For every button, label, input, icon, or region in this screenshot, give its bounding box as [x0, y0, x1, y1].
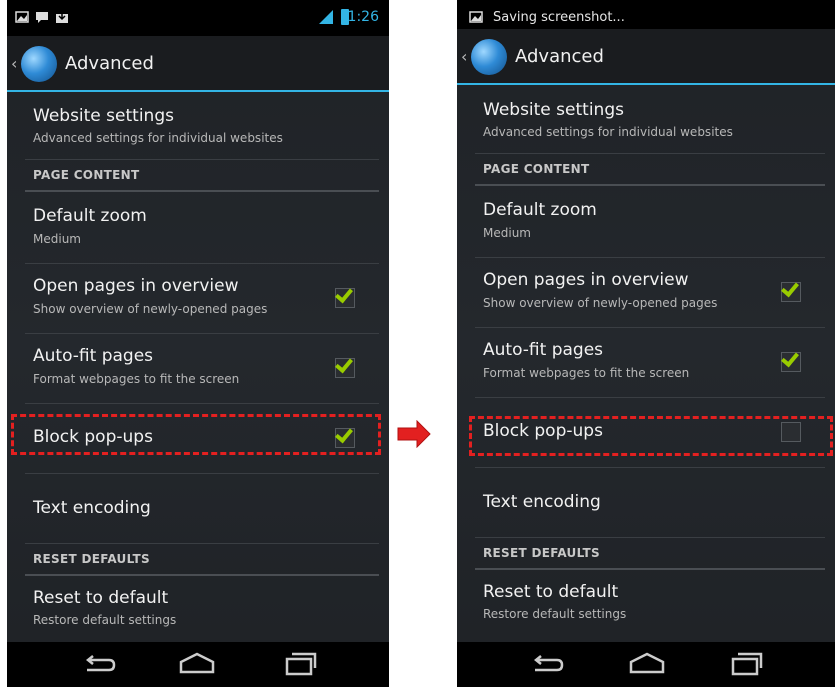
checkbox-open-overview[interactable]	[781, 278, 801, 302]
recents-icon[interactable]	[727, 650, 767, 678]
list-item-default-zoom[interactable]: Default zoom Medium	[25, 192, 379, 264]
back-icon[interactable]	[527, 650, 567, 678]
list-item-website-settings[interactable]: Website settings Advanced settings for i…	[25, 94, 379, 160]
screenshot-before: 1:26 ‹ Advanced Website settings Advance…	[7, 0, 389, 687]
check-icon	[781, 278, 799, 298]
gallery-icon	[15, 11, 29, 23]
navigation-bar	[457, 642, 835, 687]
highlight-box	[469, 416, 833, 456]
page-title: Advanced	[65, 53, 154, 74]
check-icon	[335, 354, 353, 374]
highlight-box	[11, 414, 381, 455]
list-item-open-overview[interactable]: Open pages in overview Show overview of …	[475, 258, 825, 328]
home-icon[interactable]	[177, 650, 217, 678]
section-header-reset-defaults: RESET DEFAULTS	[25, 544, 379, 576]
section-header-reset-defaults: RESET DEFAULTS	[475, 538, 825, 570]
chat-icon	[36, 12, 48, 23]
checkbox-auto-fit[interactable]	[781, 348, 801, 372]
list-item-reset-default[interactable]: Reset to default Restore default setting…	[25, 576, 379, 642]
recents-icon[interactable]	[281, 650, 321, 678]
check-icon	[335, 284, 353, 304]
screenshot-after: Saving screenshot... ‹ Advanced Website …	[457, 0, 835, 687]
back-chevron-icon[interactable]: ‹	[11, 54, 17, 73]
checkbox-auto-fit[interactable]	[335, 354, 355, 378]
status-notification: Saving screenshot...	[493, 10, 625, 25]
section-header-page-content: PAGE CONTENT	[25, 160, 379, 192]
check-icon	[781, 348, 799, 368]
list-item-open-overview[interactable]: Open pages in overview Show overview of …	[25, 264, 379, 334]
list-item-auto-fit[interactable]: Auto-fit pages Format webpages to fit th…	[25, 334, 379, 404]
home-icon[interactable]	[627, 650, 667, 678]
settings-list: Website settings Advanced settings for i…	[475, 88, 825, 636]
navigation-bar	[7, 642, 389, 687]
list-item-text-encoding[interactable]: Text encoding	[25, 474, 379, 544]
list-item-default-zoom[interactable]: Default zoom Medium	[475, 186, 825, 258]
section-header-page-content: PAGE CONTENT	[475, 154, 825, 186]
checkbox-open-overview[interactable]	[335, 284, 355, 308]
list-item-reset-default[interactable]: Reset to default Restore default setting…	[475, 570, 825, 636]
list-item-text-encoding[interactable]: Text encoding	[475, 468, 825, 538]
back-icon[interactable]	[79, 650, 119, 678]
download-icon	[56, 11, 68, 23]
browser-globe-icon[interactable]	[21, 46, 57, 82]
status-bar: 1:26	[7, 0, 389, 36]
list-item-website-settings[interactable]: Website settings Advanced settings for i…	[475, 88, 825, 154]
browser-globe-icon[interactable]	[471, 39, 507, 75]
signal-icon	[319, 10, 333, 24]
settings-list: Website settings Advanced settings for i…	[25, 94, 379, 642]
clock: 1:26	[347, 9, 379, 25]
page-title: Advanced	[515, 46, 604, 67]
gallery-icon	[469, 11, 483, 23]
action-bar: ‹ Advanced	[457, 29, 835, 85]
back-chevron-icon[interactable]: ‹	[461, 47, 467, 66]
right-arrow-icon	[397, 420, 431, 448]
action-bar: ‹ Advanced	[7, 36, 389, 92]
list-item-auto-fit[interactable]: Auto-fit pages Format webpages to fit th…	[475, 328, 825, 398]
